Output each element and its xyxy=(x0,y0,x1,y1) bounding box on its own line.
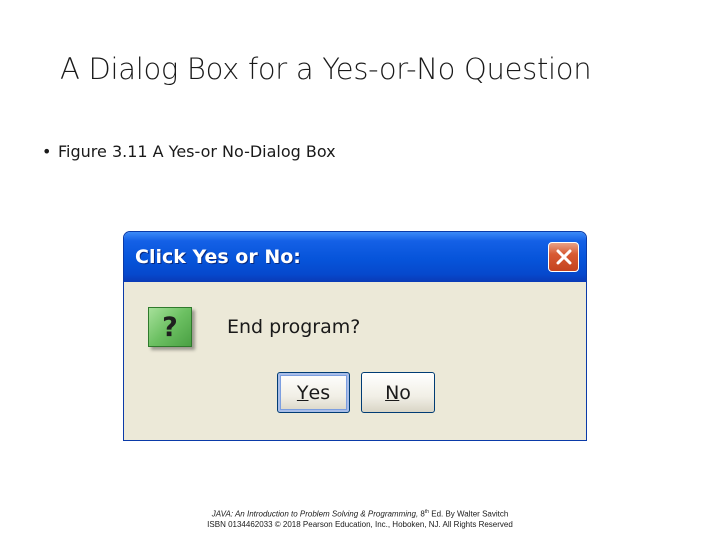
bullet-text: Figure 3.11 A Yes-or No-Dialog Box xyxy=(58,142,336,161)
footer-copyright: ISBN 0134462033 © 2018 Pearson Education… xyxy=(207,520,513,529)
bullet-item: • Figure 3.11 A Yes-or No-Dialog Box xyxy=(42,142,336,161)
yes-button-label: es xyxy=(308,381,331,404)
question-icon: ? xyxy=(148,307,192,347)
dialog-window: Click Yes or No: ? End program? Yes No xyxy=(123,231,587,441)
footer-citation: JAVA: An Introduction to Problem Solving… xyxy=(0,509,720,519)
dialog-title: Click Yes or No: xyxy=(135,246,301,268)
yes-button-mnemonic: Y xyxy=(296,381,309,404)
no-button[interactable]: No xyxy=(361,372,435,413)
dialog-message: End program? xyxy=(227,316,361,338)
yes-button[interactable]: Yes xyxy=(277,372,350,413)
no-button-label: o xyxy=(399,381,411,404)
close-icon xyxy=(556,249,571,265)
footer-book-title: JAVA: An Introduction to Problem Solving… xyxy=(211,509,419,519)
slide-title: A Dialog Box for a Yes-or-No Question xyxy=(60,52,592,86)
footer-edition: 8 xyxy=(418,509,425,519)
no-button-mnemonic: N xyxy=(385,381,400,404)
bullet-dot: • xyxy=(42,142,52,161)
dialog-titlebar[interactable]: Click Yes or No: xyxy=(124,232,586,282)
footer-author: Ed. By Walter Savitch xyxy=(429,509,509,519)
close-button[interactable] xyxy=(548,242,579,272)
